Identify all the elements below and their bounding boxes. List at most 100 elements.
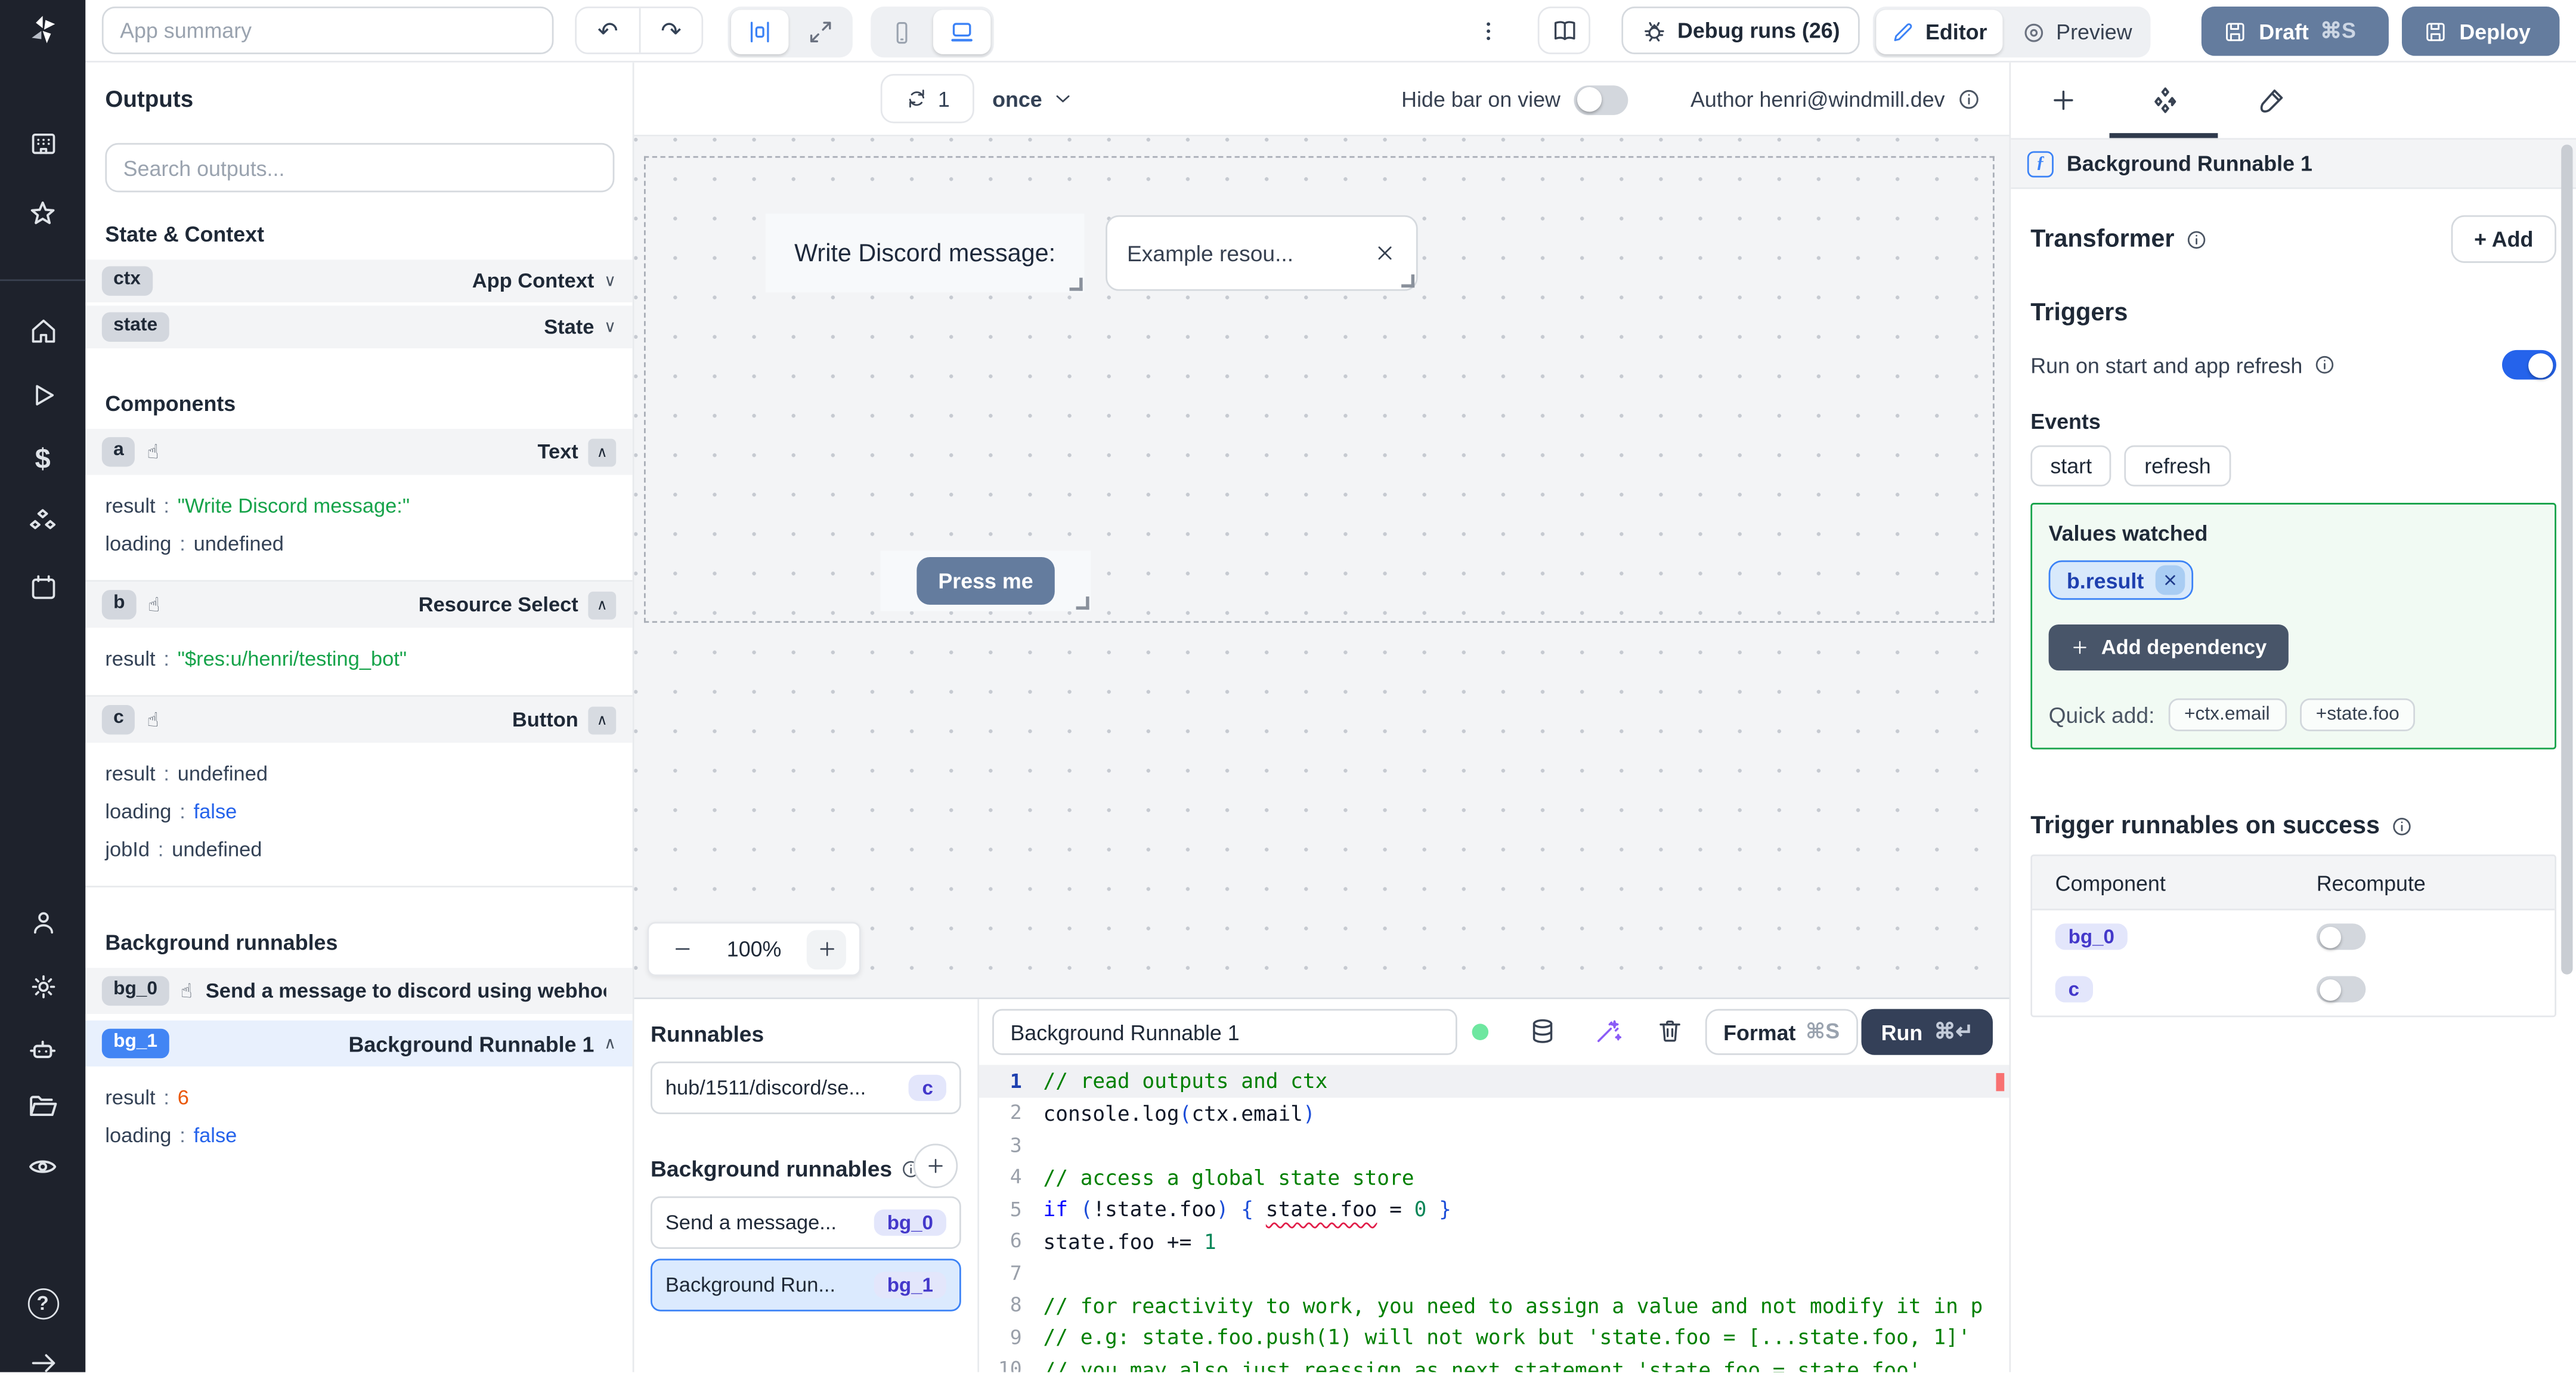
docs-book-button[interactable]	[1537, 7, 1590, 54]
collapse-chevron-icon[interactable]: ∧	[604, 1034, 616, 1052]
runs-icon[interactable]	[26, 378, 59, 411]
format-button[interactable]: Format ⌘S	[1705, 1009, 1858, 1055]
app-summary-input[interactable]	[101, 7, 554, 54]
zoom-out-button[interactable]	[662, 929, 701, 969]
code-line[interactable]: 3	[979, 1129, 2009, 1161]
variables-icon[interactable]: $	[26, 442, 59, 475]
resize-handle[interactable]	[1076, 596, 1089, 610]
home-icon[interactable]	[26, 314, 59, 347]
ai-wand-icon[interactable]	[1593, 1016, 1623, 1047]
schedules-icon[interactable]	[26, 570, 59, 603]
text-component[interactable]: Write Discord message:	[765, 214, 1085, 293]
code-line[interactable]: 9// e.g: state.foo.push(1) will not work…	[979, 1321, 2009, 1353]
watched-value-chip[interactable]: b.result	[2048, 560, 2193, 600]
tab-preview[interactable]: Preview	[2005, 10, 2147, 54]
code-line[interactable]: 6 state.foo += 1	[979, 1225, 2009, 1257]
hide-bar-toggle[interactable]	[1573, 84, 1628, 115]
workers-robot-icon[interactable]	[26, 1034, 59, 1066]
remove-dependency-x-icon[interactable]	[2155, 565, 2185, 595]
run-button[interactable]: Run ⌘↵	[1861, 1009, 1993, 1055]
collapse-chevron-icon[interactable]: ∧	[588, 590, 617, 619]
code-line[interactable]: 2 console.log(ctx.email)	[979, 1097, 2009, 1129]
panel-scrollbar[interactable]	[2561, 144, 2573, 975]
workspace-icon[interactable]	[26, 126, 59, 159]
fullscreen-layout-button[interactable]	[792, 10, 849, 54]
info-icon[interactable]	[1956, 87, 1981, 112]
add-background-runnable-button[interactable]	[913, 1143, 958, 1188]
event-pill-refresh[interactable]: refresh	[2125, 445, 2231, 487]
component-settings-icon[interactable]	[2149, 84, 2182, 117]
quick-add-state-foo[interactable]: +state.foo	[2299, 698, 2416, 732]
users-icon[interactable]	[26, 905, 59, 938]
cache-db-icon[interactable]	[1528, 1016, 1558, 1047]
folders-icon[interactable]	[26, 1090, 59, 1123]
runnable-item-bg0[interactable]: Send a message... bg_0	[651, 1196, 961, 1249]
resources-icon[interactable]	[26, 506, 59, 539]
code-lines[interactable]: 1// read outputs and ctx 2 console.log(ctx…	[979, 1065, 2010, 1372]
expand-rail-icon[interactable]	[26, 1346, 59, 1378]
code-line[interactable]: 7	[979, 1257, 2009, 1290]
app-canvas[interactable]: Write Discord message: Example resou... …	[634, 136, 2010, 998]
add-transformer-button[interactable]: + Add	[2451, 215, 2556, 263]
recompute-toggle-c[interactable]	[2316, 976, 2366, 1003]
frequency-dropdown[interactable]: once	[992, 74, 1075, 123]
output-row-ctx[interactable]: ctx App Context ∨	[85, 259, 633, 302]
hand-pointer-icon[interactable]: ☝	[181, 981, 193, 1001]
button-component-container[interactable]: Press me	[880, 550, 1091, 611]
insert-component-plus-icon[interactable]	[2047, 84, 2080, 117]
runnable-item-bg1-selected[interactable]: Background Run... bg_1	[651, 1259, 961, 1312]
refresh-count-button[interactable]: 1	[880, 73, 974, 123]
hand-pointer-icon[interactable]: ☝	[148, 595, 160, 614]
delete-trash-icon[interactable]	[1656, 1016, 1684, 1046]
quick-add-ctx-email[interactable]: +ctx.email	[2168, 698, 2287, 732]
mobile-view-button[interactable]	[874, 10, 930, 54]
desktop-view-button[interactable]	[933, 10, 991, 54]
collapse-chevron-icon[interactable]: ∧	[588, 438, 617, 466]
info-icon[interactable]	[2312, 353, 2336, 376]
code-line[interactable]: 5 if (!state.foo) { state.foo = 0 }	[979, 1193, 2009, 1225]
code-line[interactable]: 1// read outputs and ctx	[979, 1065, 2010, 1097]
chevron-down-icon[interactable]: ∨	[604, 272, 616, 290]
code-line[interactable]: 4// access a global state store	[979, 1161, 2009, 1193]
runnable-item-hub[interactable]: hub/1511/discord/se... c	[651, 1061, 961, 1114]
info-icon[interactable]	[2184, 228, 2207, 251]
collapse-chevron-icon[interactable]: ∧	[588, 706, 617, 734]
run-on-start-toggle[interactable]	[2502, 350, 2556, 380]
tab-editor[interactable]: Editor	[1876, 10, 2002, 54]
more-options-kebab-icon[interactable]	[1473, 13, 1503, 50]
chevron-down-icon[interactable]: ∨	[604, 318, 616, 336]
component-row-b[interactable]: b ☝ Resource Select ∧	[85, 582, 633, 628]
recompute-toggle-bg0[interactable]	[2316, 923, 2366, 950]
bg0-row[interactable]: bg_0 ☝ Send a message to discord using w…	[85, 967, 633, 1014]
component-row-a[interactable]: a ☝ Text ∧	[85, 429, 633, 475]
resource-select-component[interactable]: Example resou...	[1106, 215, 1418, 291]
favorites-star-icon[interactable]	[26, 197, 59, 230]
debug-runs-button[interactable]: Debug runs (26)	[1621, 7, 1860, 54]
deploy-button[interactable]: Deploy	[2401, 7, 2560, 56]
component-row-c[interactable]: c ☝ Button ∧	[85, 697, 633, 743]
settings-gear-icon[interactable]	[26, 970, 59, 1003]
press-me-button[interactable]: Press me	[917, 556, 1055, 605]
bg1-row[interactable]: bg_1 Background Runnable 1 ∧	[85, 1020, 633, 1067]
resize-handle[interactable]	[1069, 277, 1083, 291]
resize-handle[interactable]	[1401, 274, 1415, 288]
output-row-state[interactable]: state State ∨	[85, 305, 633, 349]
zoom-in-button[interactable]	[806, 929, 846, 969]
code-line[interactable]: 10// you may also just reassign as next …	[979, 1353, 2009, 1372]
hand-pointer-icon[interactable]: ☝	[147, 442, 159, 462]
add-dependency-button[interactable]: Add dependency	[2048, 624, 2289, 671]
hand-pointer-icon[interactable]: ☝	[147, 710, 159, 729]
search-outputs-input[interactable]	[105, 143, 615, 193]
clear-select-x-icon[interactable]	[1373, 242, 1397, 265]
styling-brush-icon[interactable]	[2254, 84, 2287, 117]
runnable-name-input[interactable]	[992, 1009, 1457, 1055]
code-line[interactable]: 8// for reactivity to work, you need to …	[979, 1289, 2009, 1321]
windmill-logo-icon[interactable]	[26, 13, 59, 46]
help-icon[interactable]: ?	[26, 1287, 59, 1319]
event-pill-start[interactable]: start	[2030, 445, 2112, 487]
audit-eye-icon[interactable]	[26, 1151, 59, 1183]
undo-button[interactable]: ↶	[577, 8, 639, 53]
info-icon[interactable]	[2390, 814, 2413, 837]
redo-button[interactable]: ↷	[639, 8, 702, 53]
centered-layout-button[interactable]	[731, 10, 789, 54]
